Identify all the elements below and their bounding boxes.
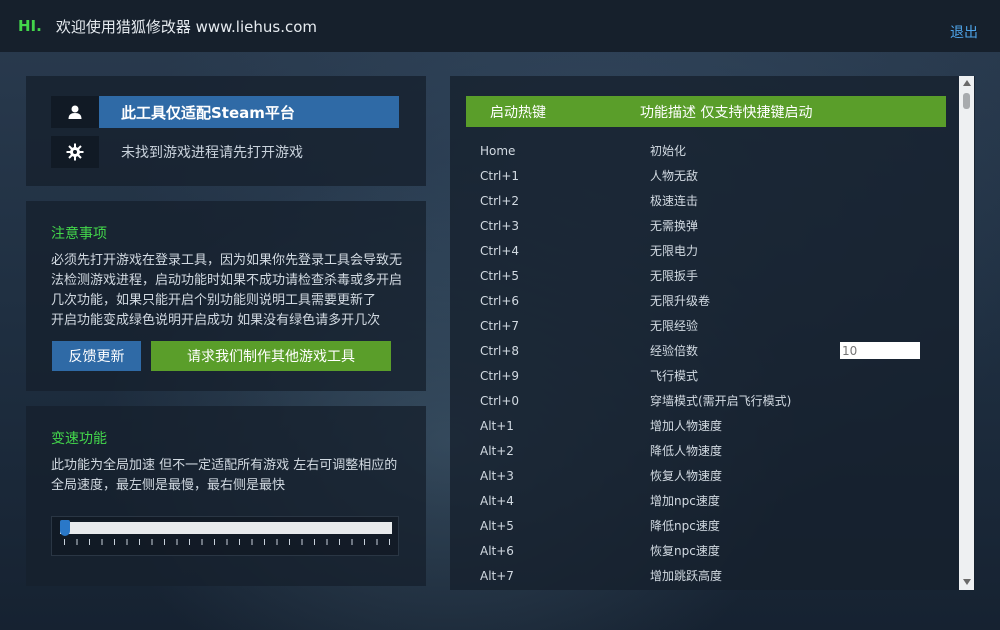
feedback-button[interactable]: 反馈更新	[52, 341, 141, 371]
hotkey-key: Home	[480, 143, 516, 158]
slider-track[interactable]	[60, 522, 392, 534]
hotkey-description: 增加跳跃高度	[650, 569, 723, 583]
hotkey-row[interactable]: Alt+7 增加跳跃高度	[480, 563, 950, 588]
hotkey-list: Home 初始化 Ctrl+1 人物无敌 Ctrl+2 极速连击 Ctrl+3 无需换弹 Ctr…	[480, 138, 950, 588]
hotkey-description: 降低npc速度	[650, 519, 720, 533]
hotkey-key: Alt+1	[480, 418, 514, 433]
notice-panel: 注意事项 必须先打开游戏在登录工具，因为如果你先登录工具会导致无 法检测游戏进程…	[26, 201, 426, 391]
user-icon	[51, 96, 99, 128]
hotkey-row[interactable]: Alt+4 增加npc速度	[480, 488, 950, 513]
hotkey-row[interactable]: Alt+3 恢复人物速度	[480, 463, 950, 488]
platform-notice: 此工具仅适配Steam平台	[99, 96, 399, 128]
hotkey-key: Ctrl+8	[480, 343, 520, 358]
hotkey-key: Alt+5	[480, 518, 514, 533]
hotkey-row[interactable]: Ctrl+3 无需换弹	[480, 213, 950, 238]
hotkey-row[interactable]: Alt+1 增加人物速度	[480, 413, 950, 438]
speed-title: 变速功能	[51, 431, 107, 447]
hotkey-panel: 启动热键 功能描述 仅支持快捷键启动 Home 初始化 Ctrl+1 人物无敌 Ctrl…	[450, 76, 975, 590]
hotkey-description: 无限经验	[650, 319, 699, 333]
hotkey-description: 无限电力	[650, 244, 699, 258]
hotkey-key: Alt+2	[480, 443, 514, 458]
hotkey-description: 极速连击	[650, 194, 699, 208]
hotkey-key: Ctrl+9	[480, 368, 520, 383]
hotkey-key: Alt+4	[480, 493, 514, 508]
hotkey-key: Alt+3	[480, 468, 514, 483]
slider-thumb[interactable]	[60, 520, 70, 536]
hotkey-row[interactable]: Ctrl+2 极速连击	[480, 188, 950, 213]
hotkey-row[interactable]: Ctrl+7 无限经验	[480, 313, 950, 338]
hotkey-description: 恢复人物速度	[650, 469, 723, 483]
hotkey-row[interactable]: Ctrl+9 飞行模式	[480, 363, 950, 388]
gear-icon	[51, 136, 99, 168]
notice-title: 注意事项	[51, 226, 107, 242]
hotkey-key: Ctrl+5	[480, 268, 520, 283]
notice-line: 几次功能，如果只能开启个别功能则说明工具需要更新了	[51, 293, 377, 308]
speed-line: 此功能为全局加速 但不一定适配所有游戏 左右可调整相应的	[51, 458, 398, 473]
hotkey-row[interactable]: Ctrl+1 人物无敌	[480, 163, 950, 188]
notice-line: 法检测游戏进程，启动功能时如果不成功请检查杀毒或多开启	[51, 273, 403, 288]
hotkey-description: 穿墙模式(需开启飞行模式)	[650, 394, 792, 408]
hotkey-description: 恢复npc速度	[650, 544, 720, 558]
hotkey-row[interactable]: Alt+5 降低npc速度	[480, 513, 950, 538]
hotkey-key: Ctrl+7	[480, 318, 520, 333]
greeting: HI.	[18, 17, 42, 35]
hotkey-key: Ctrl+0	[480, 393, 520, 408]
hotkey-key: Ctrl+4	[480, 243, 520, 258]
hotkey-row[interactable]: Alt+6 恢复npc速度	[480, 538, 950, 563]
platform-row: 此工具仅适配Steam平台	[51, 96, 399, 128]
speed-text: 此功能为全局加速 但不一定适配所有游戏 左右可调整相应的 全局速度，最左侧是最慢…	[51, 456, 411, 496]
hotkey-row[interactable]: Ctrl+0 穿墙模式(需开启飞行模式)	[480, 388, 950, 413]
request-tool-button[interactable]: 请求我们制作其他游戏工具	[151, 341, 391, 371]
scroll-down-icon[interactable]	[963, 579, 971, 585]
scroll-up-icon[interactable]	[963, 80, 971, 86]
hotkey-description: 无需换弹	[650, 219, 699, 233]
notice-text: 必须先打开游戏在登录工具，因为如果你先登录工具会导致无 法检测游戏进程，启动功能…	[51, 251, 411, 331]
hotkey-table-header: 启动热键 功能描述 仅支持快捷键启动	[466, 96, 946, 127]
hotkey-key: Ctrl+1	[480, 168, 520, 183]
hotkey-description: 无限升级卷	[650, 294, 711, 308]
notice-line: 开启功能变成绿色说明开启成功 如果没有绿色请多开几次	[51, 313, 381, 328]
hotkey-row[interactable]: Home 初始化	[480, 138, 950, 163]
hotkey-description: 降低人物速度	[650, 444, 723, 458]
scrollbar[interactable]	[959, 76, 974, 590]
hotkey-key: Alt+6	[480, 543, 514, 558]
speed-panel: 变速功能 此功能为全局加速 但不一定适配所有游戏 左右可调整相应的 全局速度，最…	[26, 406, 426, 586]
process-row: 未找到游戏进程请先打开游戏	[51, 136, 303, 168]
app-title: 欢迎使用猎狐修改器 www.liehus.com	[55, 17, 318, 36]
hotkey-row[interactable]: Ctrl+4 无限电力	[480, 238, 950, 263]
speed-slider[interactable]	[51, 516, 399, 556]
speed-line: 全局速度，最左侧是最慢，最右侧是最快	[51, 478, 286, 493]
hotkey-description: 增加npc速度	[650, 494, 720, 508]
hotkey-row[interactable]: Ctrl+8 经验倍数	[480, 338, 950, 363]
hotkey-key: Ctrl+3	[480, 218, 520, 233]
hotkey-row[interactable]: Alt+2 降低人物速度	[480, 438, 950, 463]
logout-link[interactable]: 退出	[950, 22, 978, 42]
hotkey-description: 无限扳手	[650, 269, 699, 283]
slider-ticks	[64, 539, 390, 545]
status-panel: 此工具仅适配Steam平台 未找到游戏进程请先打开游戏	[26, 76, 426, 186]
header-hotkey: 启动热键	[490, 104, 546, 121]
hotkey-key: Ctrl+2	[480, 193, 520, 208]
hotkey-description: 增加人物速度	[650, 419, 723, 433]
process-status: 未找到游戏进程请先打开游戏	[121, 145, 303, 161]
hotkey-key: Alt+7	[480, 568, 514, 583]
title-bar: HI. 欢迎使用猎狐修改器 www.liehus.com 退出	[0, 0, 1000, 52]
header-description: 功能描述 仅支持快捷键启动	[640, 104, 813, 121]
hotkey-row[interactable]: Ctrl+6 无限升级卷	[480, 288, 950, 313]
hotkey-description: 飞行模式	[650, 369, 699, 383]
hotkey-description: 初始化	[650, 144, 687, 158]
hotkey-row[interactable]: Ctrl+5 无限扳手	[480, 263, 950, 288]
hotkey-key: Ctrl+6	[480, 293, 520, 308]
hotkey-description: 人物无敌	[650, 169, 699, 183]
notice-line: 必须先打开游戏在登录工具，因为如果你先登录工具会导致无	[51, 253, 403, 268]
multiplier-input[interactable]	[840, 342, 920, 359]
scroll-thumb[interactable]	[963, 93, 970, 109]
